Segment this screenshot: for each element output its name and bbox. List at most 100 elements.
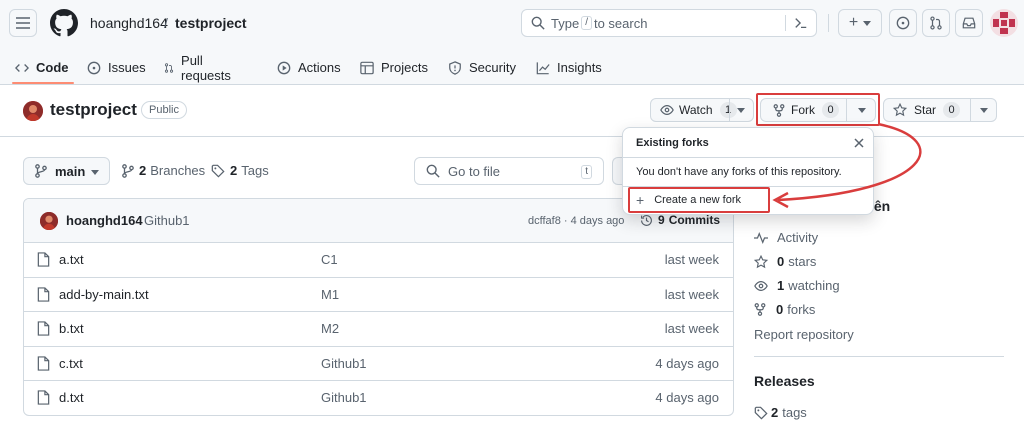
activity-link[interactable]: Activity [754,230,818,245]
file-commit-time: 4 days ago [655,355,719,371]
dropdown-title: Existing forks [636,137,709,149]
menu-button[interactable] [9,9,37,37]
hamburger-icon [16,17,30,29]
commits-count: 9 [658,213,665,227]
tags-link[interactable]: 2 Tags [211,163,269,178]
release-tags-label: tags [782,405,807,420]
tab-security[interactable]: Security [448,50,516,85]
report-repository-link[interactable]: Report repository [754,327,854,342]
branch-selector[interactable]: main [23,157,110,185]
shield-icon [449,60,461,75]
tab-actions-label: Actions [298,60,341,75]
star-icon [754,254,768,268]
header-divider [828,14,829,32]
tag-icon [754,406,768,420]
git-branch-icon [122,163,134,178]
file-row[interactable]: c.txt Github1 4 days ago [24,347,733,381]
file-commit-time: last week [664,286,719,302]
commit-hash-time[interactable]: dcffaf8 · 4 days ago [528,215,624,227]
watching-link[interactable]: 1 watching [754,278,840,293]
stars-label: stars [788,254,817,269]
file-icon [37,252,50,267]
tags-label: Tags [241,163,269,178]
file-commit-time: last week [664,252,719,267]
commit-message[interactable]: Github1 [144,213,190,228]
user-photo-icon [23,101,43,121]
create-new-button[interactable]: + [838,9,882,37]
watch-button[interactable]: Watch 1 [650,98,754,122]
star-button[interactable]: Star 0 [883,98,997,122]
chevron-down-icon[interactable] [980,108,988,113]
tab-issues[interactable]: Issues [87,50,146,85]
tab-insights-label: Insights [557,60,602,75]
git-pull-request-icon [930,16,942,30]
releases-heading[interactable]: Releases [754,373,815,389]
file-row[interactable]: d.txt Github1 4 days ago [24,381,733,415]
github-logo[interactable] [50,9,78,37]
inbox-icon [962,17,976,29]
owner-breadcrumb[interactable]: hoanghd164 [90,15,168,31]
forks-link[interactable]: 0 forks [754,302,815,317]
file-commit-time: last week [664,321,719,336]
terminal-icon[interactable] [794,16,808,30]
search-suffix: to search [593,15,648,31]
history-icon [641,214,652,226]
chevron-down-icon[interactable] [737,108,745,113]
inbox-button[interactable] [955,9,983,37]
release-tags-link[interactable]: 2 tags [754,405,807,420]
file-row[interactable]: b.txt M2 last week [24,312,733,347]
forks-label: forks [787,302,816,317]
file-icon [37,355,50,371]
search-prefix: Type [551,15,580,31]
go-to-file-input[interactable]: Go to file t [414,157,604,185]
tab-issues-label: Issues [108,60,146,75]
file-commit-message[interactable]: M2 [321,321,339,336]
file-commit-message[interactable]: Github1 [321,390,367,405]
branches-link[interactable]: 2 Branches [122,163,205,178]
play-icon [277,61,291,74]
file-name[interactable]: a.txt [59,252,84,267]
identicon-icon [993,12,1015,34]
repo-avatar[interactable] [23,101,43,121]
commits-link[interactable]: 9 Commits [640,213,720,227]
commit-author-avatar[interactable] [40,212,58,230]
file-row[interactable]: a.txt C1 last week [24,243,733,278]
eye-icon [660,105,674,115]
tab-code[interactable]: Code [15,50,69,85]
git-pull-request-icon [164,62,174,73]
tab-insights[interactable]: Insights [536,50,602,85]
issue-opened-icon [87,61,101,74]
branches-label: Branches [150,163,206,178]
git-branch-icon [35,164,47,178]
file-commit-message[interactable]: M1 [321,287,339,302]
file-commit-message[interactable]: Github1 [321,356,367,371]
file-row[interactable]: add-by-main.txt M1 last week [24,278,733,312]
stars-count: 0 [777,254,785,269]
user-avatar[interactable] [990,9,1018,37]
repo-breadcrumb[interactable]: testproject [175,15,247,31]
search-input[interactable]: Type / to search [521,9,817,37]
file-commit-time: 4 days ago [655,390,719,405]
stars-link[interactable]: 0 stars [754,254,816,269]
tab-pull-requests[interactable]: Pull requests [164,50,235,85]
pull-requests-button[interactable] [922,9,950,37]
tab-actions[interactable]: Actions [277,50,341,85]
file-name[interactable]: b.txt [59,321,84,336]
star-counter: 0 [943,102,961,118]
chevron-down-icon [91,170,99,175]
file-name[interactable]: d.txt [59,390,84,405]
repo-title[interactable]: testproject [50,100,137,120]
issues-button[interactable] [889,9,917,37]
eye-icon [754,280,768,291]
table-icon [360,61,374,74]
code-icon [15,63,29,72]
go-to-file-placeholder: Go to file [448,163,501,179]
file-commit-message[interactable]: C1 [321,252,338,267]
file-name[interactable]: c.txt [59,356,83,371]
tab-projects[interactable]: Projects [360,50,428,85]
search-divider [785,15,786,31]
annotation-arrow [772,122,922,209]
file-name[interactable]: add-by-main.txt [59,287,149,302]
active-tab-underline [12,82,74,84]
commit-author[interactable]: hoanghd164 [66,213,143,228]
